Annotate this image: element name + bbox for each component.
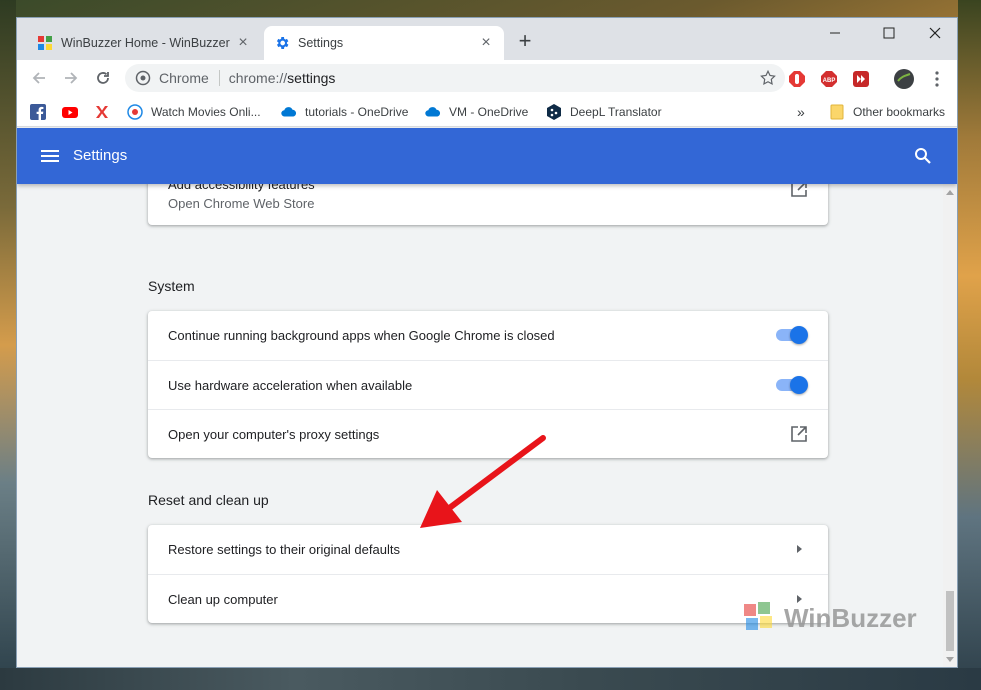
bookmark-vm-onedrive[interactable]: VM - OneDrive [425,103,528,121]
bookmark-x[interactable] [94,103,118,121]
menu-kebab-icon[interactable] [927,69,947,89]
row-label: Restore settings to their original defau… [168,542,400,557]
url-scheme: chrome:// [228,70,288,86]
settings-gear-icon [274,35,290,51]
youtube-icon [62,104,78,120]
reset-section-title: Reset and clean up [148,492,269,508]
arrow-right-icon [797,539,808,553]
bookmark-label: tutorials - OneDrive [305,105,409,119]
tab-title: WinBuzzer Home - WinBuzzer [61,36,230,50]
deepl-icon [546,104,562,120]
desktop-wallpaper-right [958,0,981,690]
row-label: Use hardware acceleration when available [168,378,413,393]
bookmark-facebook[interactable] [30,103,54,121]
winbuzzer-logo-icon [744,602,772,630]
folder-icon [829,104,845,120]
opera-extension-icon[interactable] [787,69,807,89]
x-icon [94,104,110,120]
svg-text:ABP: ABP [823,78,836,84]
new-tab-icon[interactable]: + [514,30,536,53]
scroll-down-icon[interactable] [946,657,954,662]
bookmark-label: VM - OneDrive [449,105,529,119]
background-apps-toggle[interactable] [774,325,808,345]
desktop-wallpaper-bottom [0,668,981,690]
profile-avatar-icon[interactable] [894,69,914,89]
watermark-text: WinBuzzer [784,602,917,633]
content-scrollbar[interactable] [943,184,957,667]
tab-title: Settings [298,36,344,50]
desktop-wallpaper-left [0,0,16,690]
clean-up-computer-row[interactable]: Clean up computer [148,574,828,623]
bookmark-tutorials-onedrive[interactable]: tutorials - OneDrive [281,103,408,121]
hardware-acceleration-row[interactable]: Use hardware acceleration when available [148,360,828,409]
bookmark-label: Watch Movies Onli... [151,105,261,119]
chrome-site-icon [135,70,151,86]
settings-header: Settings [17,128,957,184]
settings-content: Add accessibility features Open Chrome W… [17,184,943,667]
close-window-icon[interactable] [913,20,957,46]
system-card: Continue running background apps when Go… [148,311,828,458]
reload-icon[interactable] [93,68,113,88]
winbuzzer-favicon-icon [37,35,53,51]
reset-card: Restore settings to their original defau… [148,525,828,623]
accessibility-subtitle: Open Chrome Web Store [168,196,315,211]
background-apps-row[interactable]: Continue running background apps when Go… [148,311,828,360]
onedrive-icon [281,104,297,120]
hamburger-menu-icon[interactable] [41,146,59,166]
accessibility-card: Add accessibility features Open Chrome W… [148,184,828,225]
row-label: Open your computer's proxy settings [168,427,380,442]
minimize-icon[interactable] [813,20,857,46]
maximize-icon[interactable] [867,20,911,46]
system-section-title: System [148,278,195,294]
browser-toolbar: Chrome chrome:// settings ABP [17,60,957,97]
site-chip: Chrome [159,70,220,86]
facebook-icon [30,104,46,120]
settings-title: Settings [73,147,128,164]
close-tab-icon[interactable]: × [235,35,251,51]
back-arrow-icon[interactable] [29,68,49,88]
onedrive-icon [425,104,441,120]
tab-strip: WinBuzzer Home - WinBuzzer × Settings × … [17,18,957,60]
bookmark-star-icon[interactable] [759,69,777,87]
url-path: settings [287,70,336,86]
bookmark-watch-movies[interactable]: Watch Movies Onli... [127,103,261,121]
bookmark-youtube[interactable] [62,103,86,121]
movie-site-icon [127,104,143,120]
bookmark-label: DeepL Translator [570,105,662,119]
row-label: Continue running background apps when Go… [168,328,555,343]
other-bookmarks[interactable]: Other bookmarks [829,103,945,121]
row-label: Clean up computer [168,592,278,607]
chrome-window: WinBuzzer Home - WinBuzzer × Settings × … [16,17,958,668]
scroll-up-icon[interactable] [946,190,954,195]
forward-arrow-icon[interactable] [61,68,81,88]
winbuzzer-watermark: WinBuzzer [740,600,917,636]
restore-defaults-row[interactable]: Restore settings to their original defau… [148,525,828,574]
search-icon[interactable] [913,146,933,166]
proxy-settings-row[interactable]: Open your computer's proxy settings [148,409,828,458]
scroll-thumb[interactable] [946,591,954,651]
address-bar[interactable]: Chrome chrome:// settings [125,64,785,92]
tab-settings[interactable]: Settings × [264,26,504,60]
add-accessibility-row[interactable]: Add accessibility features Open Chrome W… [148,184,828,225]
hardware-acceleration-toggle[interactable] [774,375,808,395]
accessibility-title: Add accessibility features [168,184,315,192]
external-link-icon[interactable] [790,184,808,201]
bookmark-deepl[interactable]: DeepL Translator [546,103,662,121]
close-tab-icon[interactable]: × [478,35,494,51]
bookmarks-bar: Watch Movies Onli... tutorials - OneDriv… [17,97,957,127]
adblock-plus-icon[interactable]: ABP [819,69,839,89]
tab-winbuzzer[interactable]: WinBuzzer Home - WinBuzzer × [27,26,261,60]
other-bookmarks-label: Other bookmarks [853,105,946,119]
bookmarks-overflow-chevron-icon[interactable]: » [797,103,805,121]
external-link-icon[interactable] [790,425,808,446]
media-extension-icon[interactable] [851,69,871,89]
